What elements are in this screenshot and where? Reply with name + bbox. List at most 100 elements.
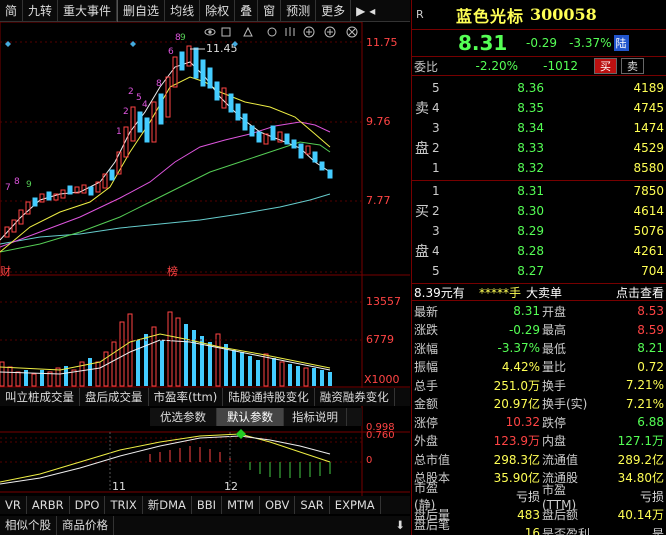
stat-value: 8.21 <box>637 341 664 356</box>
svg-text:6: 6 <box>168 47 174 57</box>
stock-name: 蓝色光标 <box>456 6 525 26</box>
tab-bbi[interactable]: BBI <box>192 496 223 514</box>
toolbar-remove-watchlist[interactable]: 删自选 <box>118 0 166 22</box>
bid-row-2[interactable]: 买 2 8.30 4614 <box>412 201 666 221</box>
stat-value: 0.72 <box>637 359 664 374</box>
toolbar-window[interactable]: 窗 <box>258 0 282 22</box>
svg-text:7: 7 <box>5 183 11 193</box>
tab-obv[interactable]: OBV <box>260 496 296 514</box>
ask-row-3[interactable]: 3 8.34 1474 <box>412 118 666 138</box>
stat-label: 最低 <box>542 341 567 356</box>
tab-dpo[interactable]: DPO <box>70 496 106 514</box>
bid-row-5[interactable]: 5 8.27 704 <box>412 261 666 281</box>
stat-value: 298.3亿 <box>493 452 540 467</box>
toolbar-more[interactable]: 更多 <box>316 0 352 22</box>
tab-sar[interactable]: SAR <box>295 496 330 514</box>
svg-text:8: 8 <box>156 79 162 89</box>
stat-label: 换手(实) <box>542 397 588 412</box>
buy-button[interactable]: 买 <box>594 58 617 74</box>
stat-row: 总市值 298.3亿 流通值 289.2亿 <box>412 450 666 469</box>
stat-value: 289.2亿 <box>617 452 664 467</box>
big-order-summary: 8.39元有 *****手 大卖单 点击查看 <box>412 283 666 301</box>
summary-view-link[interactable]: 点击查看 <box>582 284 664 301</box>
tab-vr[interactable]: VR <box>0 496 27 514</box>
sub-indicator-tabs: 叫立桩成交量 盘后成交量 市盈率(ttm) 陆股通持股变化 融资融券变化 <box>0 388 410 406</box>
tab-new-dma[interactable]: 新DMA <box>143 496 192 514</box>
stat-label: 盘后额 <box>542 508 579 523</box>
kline-chart-area[interactable]: 78 12 25 48 68 9 9 11.45 11.75 9.76 7.77… <box>0 21 410 535</box>
price-tick-mid: 9.76 <box>366 115 391 128</box>
tab-trix[interactable]: TRIX <box>105 496 143 514</box>
toolbar-major-events[interactable]: 重大事件 <box>58 0 118 22</box>
stat-label: 振幅 <box>414 360 439 375</box>
tab-optimal-params[interactable]: 优选参数 <box>150 408 217 426</box>
price-tick-high: 11.75 <box>366 36 398 49</box>
ask-row-2[interactable]: 盘 2 8.33 4529 <box>412 138 666 158</box>
stat-label: 涨停 <box>414 415 439 430</box>
play-menu-icon[interactable]: ▶ ◂ <box>351 0 380 22</box>
tab-expma[interactable]: EXPMA <box>330 496 381 514</box>
toolbar-ma[interactable]: 均线 <box>165 0 201 22</box>
stat-row: 涨跌 -0.29 最高 8.59 <box>412 321 666 340</box>
tab-hk-connect[interactable]: 陆股通持股变化 <box>223 388 315 406</box>
stat-value: 8.53 <box>637 304 664 319</box>
svg-text:2: 2 <box>123 107 129 117</box>
sell-button[interactable]: 卖 <box>621 58 644 74</box>
stock-header: R 蓝色光标 300058 <box>412 0 666 30</box>
macd-tick-zero: 0 <box>366 455 373 466</box>
tab-default-params[interactable]: 默认参数 <box>217 408 284 426</box>
stat-label: 内盘 <box>542 434 567 449</box>
toolbar-overlay[interactable]: 叠 <box>235 0 259 22</box>
toolbar-simple[interactable]: 简 <box>0 0 24 22</box>
stat-row: 总手 251.0万 换手 7.21% <box>412 376 666 395</box>
svg-text:4: 4 <box>142 100 148 110</box>
ask-row-1[interactable]: 1 8.32 8580 <box>412 158 666 178</box>
stat-value: -3.37% <box>497 341 540 356</box>
svg-text:9: 9 <box>26 180 32 190</box>
stat-label: 换手 <box>542 378 567 393</box>
tab-mtm[interactable]: MTM <box>222 496 260 514</box>
bid-book: 1 8.31 7850 买 2 8.30 4614 3 8.29 5076 盘 … <box>412 181 666 281</box>
event-label-bang[interactable]: 榜 <box>167 263 178 279</box>
tab-commodity-prices[interactable]: 商品价格 <box>57 516 114 535</box>
stat-value: 123.9万 <box>493 434 540 449</box>
tab-pe-ttm[interactable]: 市盈率(ttm) <box>149 388 224 406</box>
svg-text:5: 5 <box>136 93 142 103</box>
vol-unit: X1000 <box>364 373 400 386</box>
bid-row-1[interactable]: 1 8.31 7850 <box>412 181 666 201</box>
chart-toolbar: 简 九转 重大事件 删自选 均线 除权 叠 窗 预测 更多 ▶ ◂ <box>0 0 410 22</box>
bottom-tabs: 相似个股 商品价格 ⬇ <box>0 516 410 535</box>
tab-arbr[interactable]: ARBR <box>27 496 70 514</box>
ratio-pct: -2.20% <box>475 59 518 73</box>
tab-lizhuang-volume[interactable]: 叫立桩成交量 <box>0 388 80 406</box>
toolbar-jiuzhuan[interactable]: 九转 <box>23 0 59 22</box>
tab-indicator-help[interactable]: 指标说明 <box>284 408 347 426</box>
ask-row-4[interactable]: 卖 4 8.35 4745 <box>412 98 666 118</box>
toolbar-forecast[interactable]: 预测 <box>281 0 317 22</box>
svg-text:9: 9 <box>180 33 186 43</box>
ask-row-5[interactable]: 5 8.36 4189 <box>412 78 666 98</box>
sell-side-label: 卖 <box>415 101 429 117</box>
event-label-cai[interactable]: 财 <box>0 263 11 279</box>
stock-tag: R <box>416 8 424 21</box>
quote-panel: R 蓝色光标 300058 8.31 -0.29 -3.37% 陆 委比 -2.… <box>411 0 666 535</box>
tab-similar-stocks[interactable]: 相似个股 <box>0 516 57 535</box>
order-ratio-row: 委比 -2.20% -1012 买 卖 <box>412 56 666 76</box>
buy-side-label-2: 盘 <box>415 244 429 260</box>
stock-code: 300058 <box>530 5 597 24</box>
toolbar-exright[interactable]: 除权 <box>200 0 236 22</box>
stat-label: 涨幅 <box>414 341 439 356</box>
stat-value: 34.80亿 <box>617 471 664 486</box>
stat-value: 10.32 <box>505 415 540 430</box>
tab-afterhours-volume[interactable]: 盘后成交量 <box>80 388 149 406</box>
bid-row-3[interactable]: 3 8.29 5076 <box>412 221 666 241</box>
bid-row-4[interactable]: 盘 4 8.28 4261 <box>412 241 666 261</box>
price-tick-low: 7.77 <box>366 194 391 207</box>
stat-label: 最新 <box>414 304 439 319</box>
download-icon[interactable]: ⬇ <box>390 516 410 535</box>
stat-value: -0.29 <box>508 322 540 337</box>
stat-label: 量比 <box>542 360 567 375</box>
tab-margin[interactable]: 融资融券变化 <box>315 388 395 406</box>
stat-row: 最新 8.31 开盘 8.53 <box>412 302 666 321</box>
stat-label: 总市值 <box>414 452 451 467</box>
